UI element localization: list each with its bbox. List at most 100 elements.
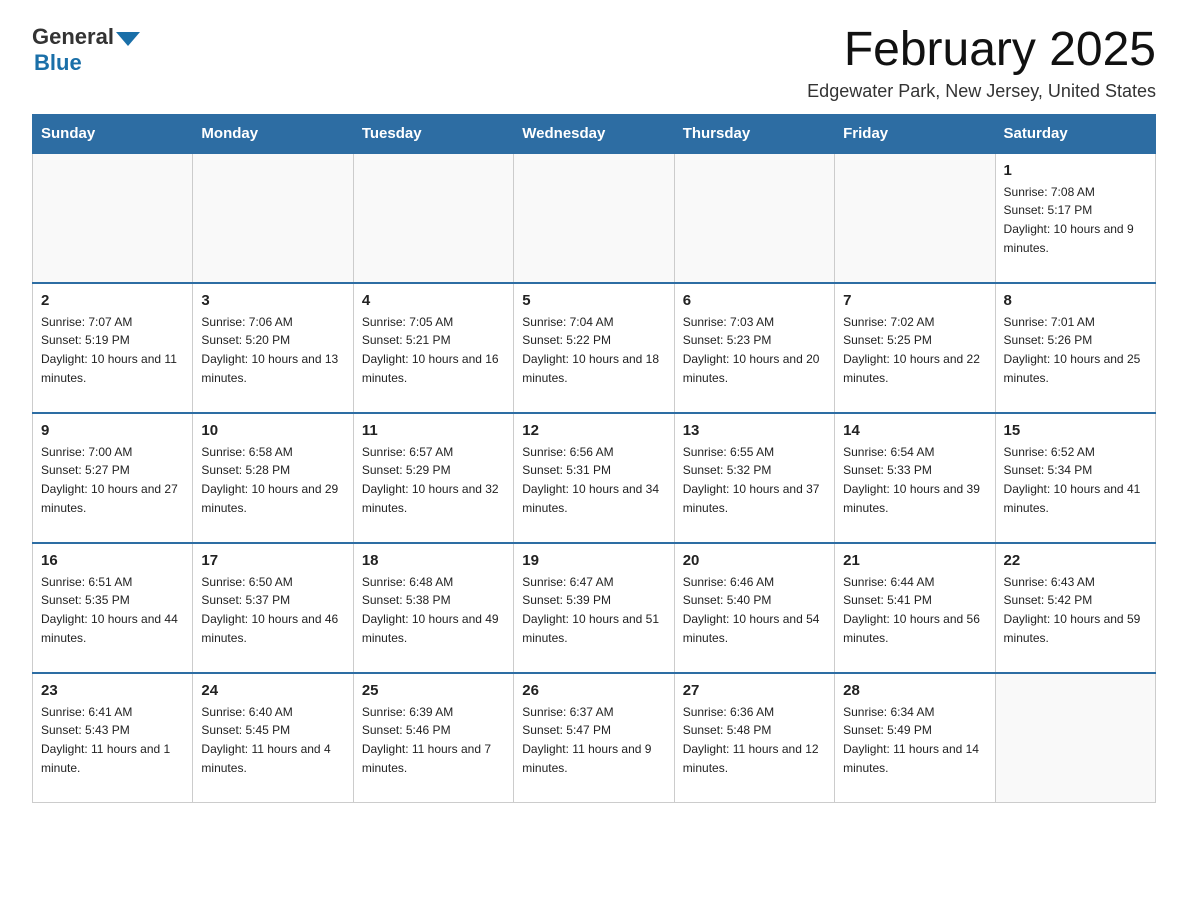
calendar-cell: 12 Sunrise: 6:56 AM Sunset: 5:31 PM Dayli…	[514, 413, 674, 543]
day-number: 1	[1004, 162, 1147, 179]
day-number: 27	[683, 682, 826, 699]
day-info: Sunrise: 6:46 AM Sunset: 5:40 PM Dayligh…	[683, 573, 826, 647]
day-info: Sunrise: 7:03 AM Sunset: 5:23 PM Dayligh…	[683, 313, 826, 387]
day-info: Sunrise: 7:06 AM Sunset: 5:20 PM Dayligh…	[201, 313, 344, 387]
logo-text-blue: Blue	[34, 50, 82, 76]
day-info: Sunrise: 6:44 AM Sunset: 5:41 PM Dayligh…	[843, 573, 986, 647]
day-info: Sunrise: 6:47 AM Sunset: 5:39 PM Dayligh…	[522, 573, 665, 647]
day-number: 11	[362, 422, 505, 439]
calendar-cell: 7 Sunrise: 7:02 AM Sunset: 5:25 PM Daylig…	[835, 283, 995, 413]
column-header-wednesday: Wednesday	[514, 114, 674, 153]
calendar-cell	[514, 153, 674, 283]
page-header: General Blue February 2025 Edgewater Par…	[32, 24, 1156, 102]
day-info: Sunrise: 6:52 AM Sunset: 5:34 PM Dayligh…	[1004, 443, 1147, 517]
title-block: February 2025 Edgewater Park, New Jersey…	[807, 24, 1156, 102]
calendar-week-row: 16Sunrise: 6:51 AM Sunset: 5:35 PM Dayli…	[33, 543, 1156, 673]
day-info: Sunrise: 6:39 AM Sunset: 5:46 PM Dayligh…	[362, 703, 505, 777]
calendar-week-row: 23 Sunrise: 6:41 AM Sunset: 5:43 PM Dayli…	[33, 673, 1156, 803]
calendar-cell: 24 Sunrise: 6:40 AM Sunset: 5:45 PM Dayli…	[193, 673, 353, 803]
calendar-subtitle: Edgewater Park, New Jersey, United State…	[807, 81, 1156, 102]
day-info: Sunrise: 7:07 AM Sunset: 5:19 PM Dayligh…	[41, 313, 184, 387]
day-number: 3	[201, 292, 344, 309]
day-number: 10	[201, 422, 344, 439]
calendar-cell: 17 Sunrise: 6:50 AM Sunset: 5:37 PM Dayli…	[193, 543, 353, 673]
day-info: Sunrise: 7:02 AM Sunset: 5:25 PM Dayligh…	[843, 313, 986, 387]
day-info: Sunrise: 6:57 AM Sunset: 5:29 PM Dayligh…	[362, 443, 505, 517]
day-number: 5	[522, 292, 665, 309]
day-info: Sunrise: 7:05 AM Sunset: 5:21 PM Dayligh…	[362, 313, 505, 387]
calendar-week-row: 1 Sunrise: 7:08 AM Sunset: 5:17 PM Daylig…	[33, 153, 1156, 283]
day-info: Sunrise: 6:55 AM Sunset: 5:32 PM Dayligh…	[683, 443, 826, 517]
calendar-header-row: SundayMondayTuesdayWednesdayThursdayFrid…	[33, 114, 1156, 153]
day-info: Sunrise: 7:08 AM Sunset: 5:17 PM Dayligh…	[1004, 183, 1147, 257]
day-number: 23	[41, 682, 184, 699]
day-info: Sunrise: 6:36 AM Sunset: 5:48 PM Dayligh…	[683, 703, 826, 777]
day-info: Sunrise: 6:40 AM Sunset: 5:45 PM Dayligh…	[201, 703, 344, 777]
calendar-cell: 25 Sunrise: 6:39 AM Sunset: 5:46 PM Dayli…	[353, 673, 513, 803]
calendar-cell: 11 Sunrise: 6:57 AM Sunset: 5:29 PM Dayli…	[353, 413, 513, 543]
day-number: 2	[41, 292, 184, 309]
calendar-title: February 2025	[807, 24, 1156, 77]
column-header-friday: Friday	[835, 114, 995, 153]
calendar-cell	[995, 673, 1155, 803]
day-number: 18	[362, 552, 505, 569]
day-number: 20	[683, 552, 826, 569]
day-info: Sunrise: 6:48 AM Sunset: 5:38 PM Dayligh…	[362, 573, 505, 647]
day-number: 24	[201, 682, 344, 699]
day-number: 4	[362, 292, 505, 309]
day-info: Sunrise: 6:56 AM Sunset: 5:31 PM Dayligh…	[522, 443, 665, 517]
day-number: 8	[1004, 292, 1147, 309]
calendar-cell: 23 Sunrise: 6:41 AM Sunset: 5:43 PM Dayli…	[33, 673, 193, 803]
day-info: Sunrise: 6:54 AM Sunset: 5:33 PM Dayligh…	[843, 443, 986, 517]
day-number: 19	[522, 552, 665, 569]
calendar-cell: 2 Sunrise: 7:07 AM Sunset: 5:19 PM Daylig…	[33, 283, 193, 413]
calendar-cell: 8 Sunrise: 7:01 AM Sunset: 5:26 PM Daylig…	[995, 283, 1155, 413]
calendar-cell: 4 Sunrise: 7:05 AM Sunset: 5:21 PM Daylig…	[353, 283, 513, 413]
day-info: Sunrise: 6:37 AM Sunset: 5:47 PM Dayligh…	[522, 703, 665, 777]
calendar-cell	[193, 153, 353, 283]
day-number: 17	[201, 552, 344, 569]
column-header-monday: Monday	[193, 114, 353, 153]
calendar-cell: 13 Sunrise: 6:55 AM Sunset: 5:32 PM Dayli…	[674, 413, 834, 543]
calendar-cell: 15 Sunrise: 6:52 AM Sunset: 5:34 PM Dayli…	[995, 413, 1155, 543]
day-number: 22	[1004, 552, 1147, 569]
calendar-cell: 28 Sunrise: 6:34 AM Sunset: 5:49 PM Dayli…	[835, 673, 995, 803]
calendar-cell: 9Sunrise: 7:00 AM Sunset: 5:27 PM Daylig…	[33, 413, 193, 543]
day-number: 25	[362, 682, 505, 699]
day-info: Sunrise: 6:43 AM Sunset: 5:42 PM Dayligh…	[1004, 573, 1147, 647]
calendar-cell	[33, 153, 193, 283]
calendar-cell: 14 Sunrise: 6:54 AM Sunset: 5:33 PM Dayli…	[835, 413, 995, 543]
calendar-week-row: 9Sunrise: 7:00 AM Sunset: 5:27 PM Daylig…	[33, 413, 1156, 543]
day-number: 15	[1004, 422, 1147, 439]
day-number: 7	[843, 292, 986, 309]
calendar-cell: 6 Sunrise: 7:03 AM Sunset: 5:23 PM Daylig…	[674, 283, 834, 413]
day-number: 12	[522, 422, 665, 439]
column-header-saturday: Saturday	[995, 114, 1155, 153]
calendar-cell: 3 Sunrise: 7:06 AM Sunset: 5:20 PM Daylig…	[193, 283, 353, 413]
calendar-cell: 16Sunrise: 6:51 AM Sunset: 5:35 PM Dayli…	[33, 543, 193, 673]
day-info: Sunrise: 7:01 AM Sunset: 5:26 PM Dayligh…	[1004, 313, 1147, 387]
column-header-thursday: Thursday	[674, 114, 834, 153]
day-info: Sunrise: 7:04 AM Sunset: 5:22 PM Dayligh…	[522, 313, 665, 387]
calendar-cell: 10 Sunrise: 6:58 AM Sunset: 5:28 PM Dayli…	[193, 413, 353, 543]
calendar-table: SundayMondayTuesdayWednesdayThursdayFrid…	[32, 114, 1156, 804]
calendar-cell: 26 Sunrise: 6:37 AM Sunset: 5:47 PM Dayli…	[514, 673, 674, 803]
day-number: 9	[41, 422, 184, 439]
calendar-cell	[353, 153, 513, 283]
day-number: 28	[843, 682, 986, 699]
day-info: Sunrise: 6:50 AM Sunset: 5:37 PM Dayligh…	[201, 573, 344, 647]
day-info: Sunrise: 6:41 AM Sunset: 5:43 PM Dayligh…	[41, 703, 184, 777]
logo-arrow-icon	[116, 32, 140, 46]
calendar-cell: 5 Sunrise: 7:04 AM Sunset: 5:22 PM Daylig…	[514, 283, 674, 413]
day-number: 6	[683, 292, 826, 309]
day-number: 21	[843, 552, 986, 569]
day-number: 13	[683, 422, 826, 439]
calendar-cell: 19 Sunrise: 6:47 AM Sunset: 5:39 PM Dayli…	[514, 543, 674, 673]
calendar-cell: 20 Sunrise: 6:46 AM Sunset: 5:40 PM Dayli…	[674, 543, 834, 673]
calendar-cell	[674, 153, 834, 283]
day-info: Sunrise: 6:58 AM Sunset: 5:28 PM Dayligh…	[201, 443, 344, 517]
day-number: 26	[522, 682, 665, 699]
day-info: Sunrise: 6:34 AM Sunset: 5:49 PM Dayligh…	[843, 703, 986, 777]
day-number: 14	[843, 422, 986, 439]
calendar-cell	[835, 153, 995, 283]
